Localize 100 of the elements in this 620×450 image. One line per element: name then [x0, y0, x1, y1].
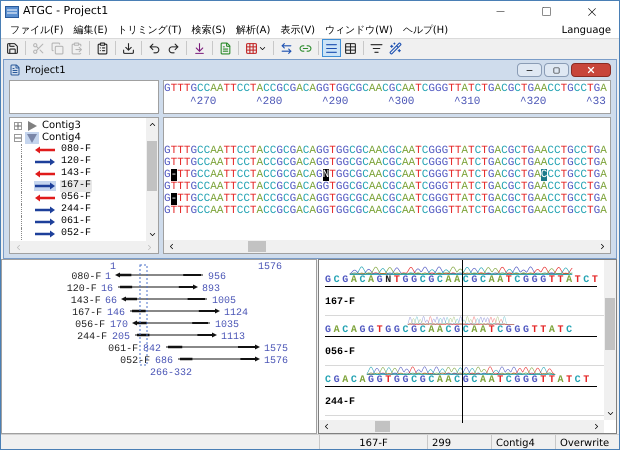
- left-arrow-icon: [34, 193, 56, 203]
- scroll-left-icon[interactable]: [167, 242, 176, 251]
- ruler-label: ^280: [256, 96, 282, 108]
- right-arrow-icon: [34, 217, 56, 227]
- contig-label[interactable]: Contig3: [42, 120, 81, 132]
- trace-name: 056-F: [325, 347, 356, 358]
- menu-item[interactable]: ファイル(F): [5, 22, 69, 38]
- read-label[interactable]: 052-F: [60, 228, 92, 240]
- read-label[interactable]: 056-F: [60, 192, 92, 204]
- properties-icon: [96, 42, 109, 54]
- horizontal-scrollbar[interactable]: [164, 240, 610, 253]
- trace-name: 167-F: [325, 297, 356, 308]
- right-arrow-icon: [34, 205, 56, 215]
- menu-item[interactable]: ヘルプ(H): [398, 22, 454, 38]
- menu-item[interactable]: 検索(S): [186, 22, 231, 38]
- close-icon: [586, 65, 596, 75]
- menu-item[interactable]: 編集(E): [68, 22, 113, 38]
- left-arrow-icon: [34, 145, 56, 155]
- close-button[interactable]: [571, 63, 611, 77]
- scroll-right-icon[interactable]: [592, 422, 601, 431]
- scroll-down-icon[interactable]: [606, 409, 614, 418]
- undo-icon: [148, 42, 161, 54]
- left-arrow-icon: [34, 169, 56, 179]
- read-sequence: GTTTGCCAATTCCTACCGCGACAGGTGGCGCAACGCAATCGGGTTATCTGACGCTGAACCTGCCTGA: [164, 205, 607, 217]
- scrollbar-thumb[interactable]: [605, 298, 615, 350]
- read-name: 120-F: [66, 284, 97, 295]
- read-end: 1035: [215, 320, 240, 331]
- scroll-up-icon[interactable]: [148, 120, 156, 129]
- read-label[interactable]: 061-F: [60, 216, 92, 228]
- read-label[interactable]: 167-F: [60, 180, 92, 192]
- horizontal-scrollbar[interactable]: [319, 420, 604, 433]
- read-end: 1576: [264, 356, 288, 367]
- expand-toggle-icon[interactable]: [14, 122, 22, 130]
- base-calls: GACAGGTGGCGCAACGCAATCGGGTTATC: [325, 325, 575, 336]
- read-end: 956: [208, 272, 226, 283]
- restore-icon: [553, 66, 560, 74]
- ruler-label: ^33: [586, 96, 606, 108]
- ruler-label: ^300: [388, 96, 414, 108]
- read-end: 1113: [221, 332, 246, 343]
- table-icon: [344, 42, 357, 54]
- language-menu[interactable]: Language: [562, 22, 615, 38]
- status-text: 167-F: [359, 436, 388, 449]
- start-position: 1: [110, 262, 116, 273]
- contig-label[interactable]: Contig4: [42, 132, 81, 144]
- read-start: 170: [110, 320, 128, 331]
- read-name: 080-F: [71, 272, 102, 283]
- read-start: 66: [104, 296, 117, 307]
- scroll-left-icon[interactable]: [322, 422, 331, 431]
- read-start: 686: [154, 356, 173, 367]
- cut-icon: [32, 42, 45, 54]
- swap-icon: [280, 42, 293, 54]
- read-sequence: G-TTGCCAATTCCTACCGCGACAGGTGGCGCAACGCAATCGGGTTATCTGACGCTGAACCTGCCTGA: [164, 193, 607, 205]
- read-name: 244-F: [77, 332, 108, 343]
- menu-item[interactable]: 解析(A): [230, 22, 276, 38]
- paste-icon: [70, 42, 83, 54]
- right-arrow-icon: [34, 229, 56, 239]
- collapse-toggle-icon[interactable]: [14, 134, 22, 142]
- read-label[interactable]: 120-F: [60, 156, 92, 168]
- read-start: 146: [106, 308, 125, 319]
- save-icon: [6, 42, 19, 54]
- region-label: 266-332: [150, 368, 192, 379]
- read-label[interactable]: 244-F: [60, 204, 92, 216]
- scrollbar-thumb[interactable]: [147, 141, 157, 191]
- read-label[interactable]: 143-F: [60, 168, 92, 180]
- copy-icon: [51, 42, 64, 54]
- lines-icon: [325, 42, 338, 54]
- vertical-scrollbar[interactable]: [604, 260, 616, 420]
- scrollbar-thumb[interactable]: [248, 241, 266, 252]
- menu-item[interactable]: トリミング(T): [112, 22, 187, 38]
- read-start: 1: [104, 272, 111, 283]
- right-arrow-icon: [34, 157, 56, 167]
- read-name: 052-F: [120, 356, 150, 367]
- menu-item[interactable]: ウィンドウ(W): [320, 22, 398, 38]
- read-sequence: GTTTGCCAATTCCTACCGCGACAGGTGGCGCAACGCAATCGGGTTATCTGACGCTGAACCTGCCTGA: [164, 181, 607, 193]
- status-text: Overwrite: [560, 436, 610, 449]
- import-icon: [122, 42, 135, 54]
- read-label[interactable]: 080-F: [60, 144, 92, 156]
- window-title: ATGC - Project1: [23, 3, 108, 20]
- scroll-down-icon[interactable]: [148, 230, 156, 239]
- status-text: Contig4: [496, 436, 535, 449]
- document-icon: [9, 64, 21, 76]
- read-name: 143-F: [70, 296, 101, 307]
- read-end: 1124: [224, 308, 248, 319]
- ruler-label: ^290: [322, 96, 348, 108]
- scroll-right-icon[interactable]: [598, 242, 607, 251]
- menu-item[interactable]: 表示(V): [275, 22, 320, 38]
- read-end: 893: [202, 284, 220, 295]
- read-name: 167-F: [72, 308, 102, 319]
- scrollbar-thumb[interactable]: [375, 421, 390, 432]
- lines-tool-button[interactable]: [322, 39, 341, 57]
- app-icon: [5, 6, 19, 18]
- read-end: 1005: [212, 296, 236, 307]
- read-name: 061-F: [108, 344, 138, 355]
- restore-button[interactable]: [544, 63, 569, 77]
- read-sequence: GTTTGCCAATTCCTACCGCGACAGGTGGCGCAACGCAATCGGGTTATCTGACGCTGAACCTGCCTGA: [164, 157, 607, 169]
- consensus-sequence: GTTTGCCAATTCCTACCGCGACAGGTGGCGCAACGCAATCGGGTTATCTGACGCTGAACCTGCCTGA: [164, 83, 607, 96]
- vertical-scrollbar[interactable]: [146, 118, 158, 241]
- read-name: 056-F: [75, 320, 106, 331]
- project-window-title: Project1: [25, 64, 66, 78]
- trace-name: 244-F: [325, 397, 356, 408]
